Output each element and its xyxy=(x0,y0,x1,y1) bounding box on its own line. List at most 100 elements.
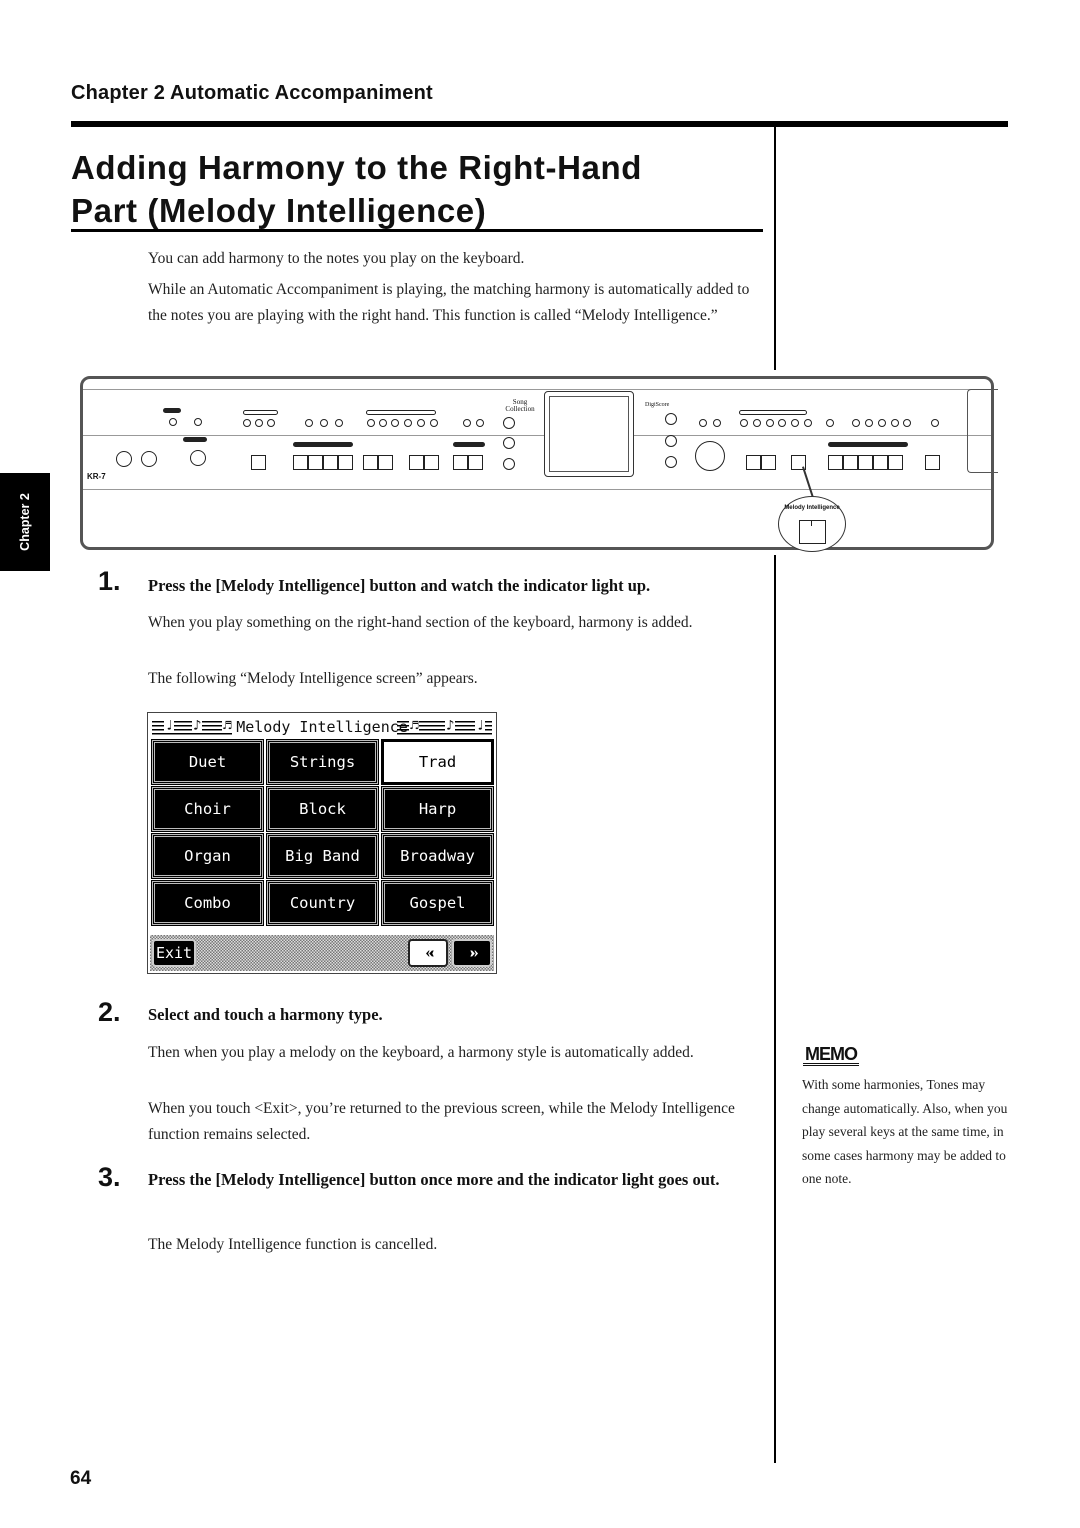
led-indicator xyxy=(305,419,313,427)
control-panel-illustration: KR-7 Song Collection DigiScore Melody In… xyxy=(80,376,998,552)
led-indicator xyxy=(476,419,484,427)
harmony-type-button[interactable]: Organ xyxy=(151,833,264,879)
led-indicator xyxy=(740,419,748,427)
panel-button xyxy=(409,455,424,470)
led-indicator xyxy=(267,419,275,427)
step-number: 1. xyxy=(98,566,121,596)
screen-title: Melody Intelligence xyxy=(232,718,412,736)
led-indicator xyxy=(826,419,834,427)
led-indicator xyxy=(169,418,177,426)
song-collection-label: Song Collection xyxy=(505,398,535,413)
music-note-icon: ♩ xyxy=(164,718,175,734)
column-divider xyxy=(774,555,776,1463)
led-indicator xyxy=(335,419,343,427)
dial-wheel xyxy=(695,441,725,471)
tone-label-bar xyxy=(739,410,807,415)
screen-footer: Exit «‹ ›» xyxy=(150,935,494,971)
led-indicator xyxy=(778,419,786,427)
panel-button xyxy=(251,455,266,470)
harmony-type-button[interactable]: Combo xyxy=(151,880,264,926)
chapter-header: Chapter 2 Automatic Accompaniment xyxy=(71,82,433,104)
harmony-type-button[interactable]: Duet xyxy=(151,739,264,785)
panel-slot xyxy=(967,389,998,473)
led-indicator xyxy=(878,419,886,427)
led-indicator xyxy=(865,419,873,427)
panel-button xyxy=(925,455,940,470)
led-indicator xyxy=(417,419,425,427)
harmony-type-button[interactable]: Block xyxy=(266,786,379,832)
memo-icon: MEMO xyxy=(803,1044,859,1066)
step-heading: Select and touch a harmony type. xyxy=(148,1005,383,1024)
led-indicator xyxy=(463,419,471,427)
panel-button xyxy=(873,455,888,470)
panel-button xyxy=(424,455,439,470)
led-indicator xyxy=(243,419,251,427)
intro-paragraph: While an Automatic Accompaniment is play… xyxy=(148,281,750,324)
melody-intelligence-button-enlarged xyxy=(799,520,826,544)
intro-paragraph: You can add harmony to the notes you pla… xyxy=(148,250,525,267)
double-chevron-left-icon[interactable]: «‹ xyxy=(408,939,448,967)
header-rule xyxy=(71,121,1008,127)
panel-divider xyxy=(83,489,991,490)
harmony-type-button[interactable]: Broadway xyxy=(381,833,494,879)
page-title: Adding Harmony to the Right-Hand Part (M… xyxy=(71,146,761,232)
chapter-side-tab: Chapter 2 xyxy=(0,473,50,571)
panel-divider xyxy=(83,435,991,436)
model-name: KR-7 xyxy=(87,472,106,481)
led-indicator xyxy=(791,419,799,427)
panel-button xyxy=(888,455,903,470)
panel-button xyxy=(761,455,776,470)
panel-button xyxy=(363,455,378,470)
harmony-type-button[interactable]: Big Band xyxy=(266,833,379,879)
melody-intelligence-callout: Melody Intelligence xyxy=(778,496,846,552)
panel-round-button xyxy=(665,413,677,425)
music-style-label-bar xyxy=(366,410,436,415)
led-indicator xyxy=(753,419,761,427)
led-indicator xyxy=(699,419,707,427)
harmony-type-button[interactable]: Choir xyxy=(151,786,264,832)
melody-intelligence-screen: ♩ ♪ ♬ Melody Intelligence ♬ ♪ ♩ Duet Stri… xyxy=(147,712,497,974)
title-rule xyxy=(71,229,763,232)
callout-leader-line xyxy=(802,466,814,500)
music-note-icon: ♬ xyxy=(409,718,420,734)
exit-button[interactable]: Exit xyxy=(152,939,196,967)
led-indicator xyxy=(255,419,263,427)
page-title-line-2: Part (Melody Intelligence) xyxy=(71,192,487,229)
chapter-side-tab-label: Chapter 2 xyxy=(18,493,32,551)
step-paragraph: When you play something on the right-han… xyxy=(148,614,693,631)
led-indicator xyxy=(320,419,328,427)
led-indicator xyxy=(766,419,774,427)
music-note-icon: ♩ xyxy=(475,718,486,734)
page-number: 64 xyxy=(70,1468,92,1489)
rhythm-partner-label-bar xyxy=(453,442,485,447)
harmony-type-button[interactable]: Trad xyxy=(381,739,494,785)
panel-button xyxy=(828,455,843,470)
harmony-type-button[interactable]: Strings xyxy=(266,739,379,785)
harmony-type-button[interactable]: Country xyxy=(266,880,379,926)
panel-button xyxy=(293,455,308,470)
led-indicator xyxy=(931,419,939,427)
panel-round-button xyxy=(665,435,677,447)
step-heading: Press the [Melody Intelligence] button o… xyxy=(148,1170,720,1189)
panel-button xyxy=(338,455,353,470)
harmony-type-button[interactable]: Harp xyxy=(381,786,494,832)
double-chevron-right-icon[interactable]: ›» xyxy=(452,939,492,967)
step-paragraph: The Melody Intelligence function is canc… xyxy=(148,1236,438,1253)
panel-button xyxy=(308,455,323,470)
step-number: 3. xyxy=(98,1162,121,1192)
volume-knob xyxy=(116,451,132,467)
led-indicator xyxy=(367,419,375,427)
column-divider xyxy=(774,127,776,370)
song-collection-button xyxy=(503,417,515,429)
led-indicator xyxy=(713,419,721,427)
panel-button xyxy=(468,455,483,470)
callout-label: Melody Intelligence xyxy=(784,505,840,511)
song-styles-button xyxy=(503,437,515,449)
brilliance-knob xyxy=(141,451,157,467)
led-indicator xyxy=(891,419,899,427)
step-paragraph: Then when you play a melody on the keybo… xyxy=(148,1044,694,1061)
led-indicator xyxy=(852,419,860,427)
music-assistant-button xyxy=(503,458,515,470)
music-note-icon: ♬ xyxy=(222,718,233,734)
harmony-type-button[interactable]: Gospel xyxy=(381,880,494,926)
